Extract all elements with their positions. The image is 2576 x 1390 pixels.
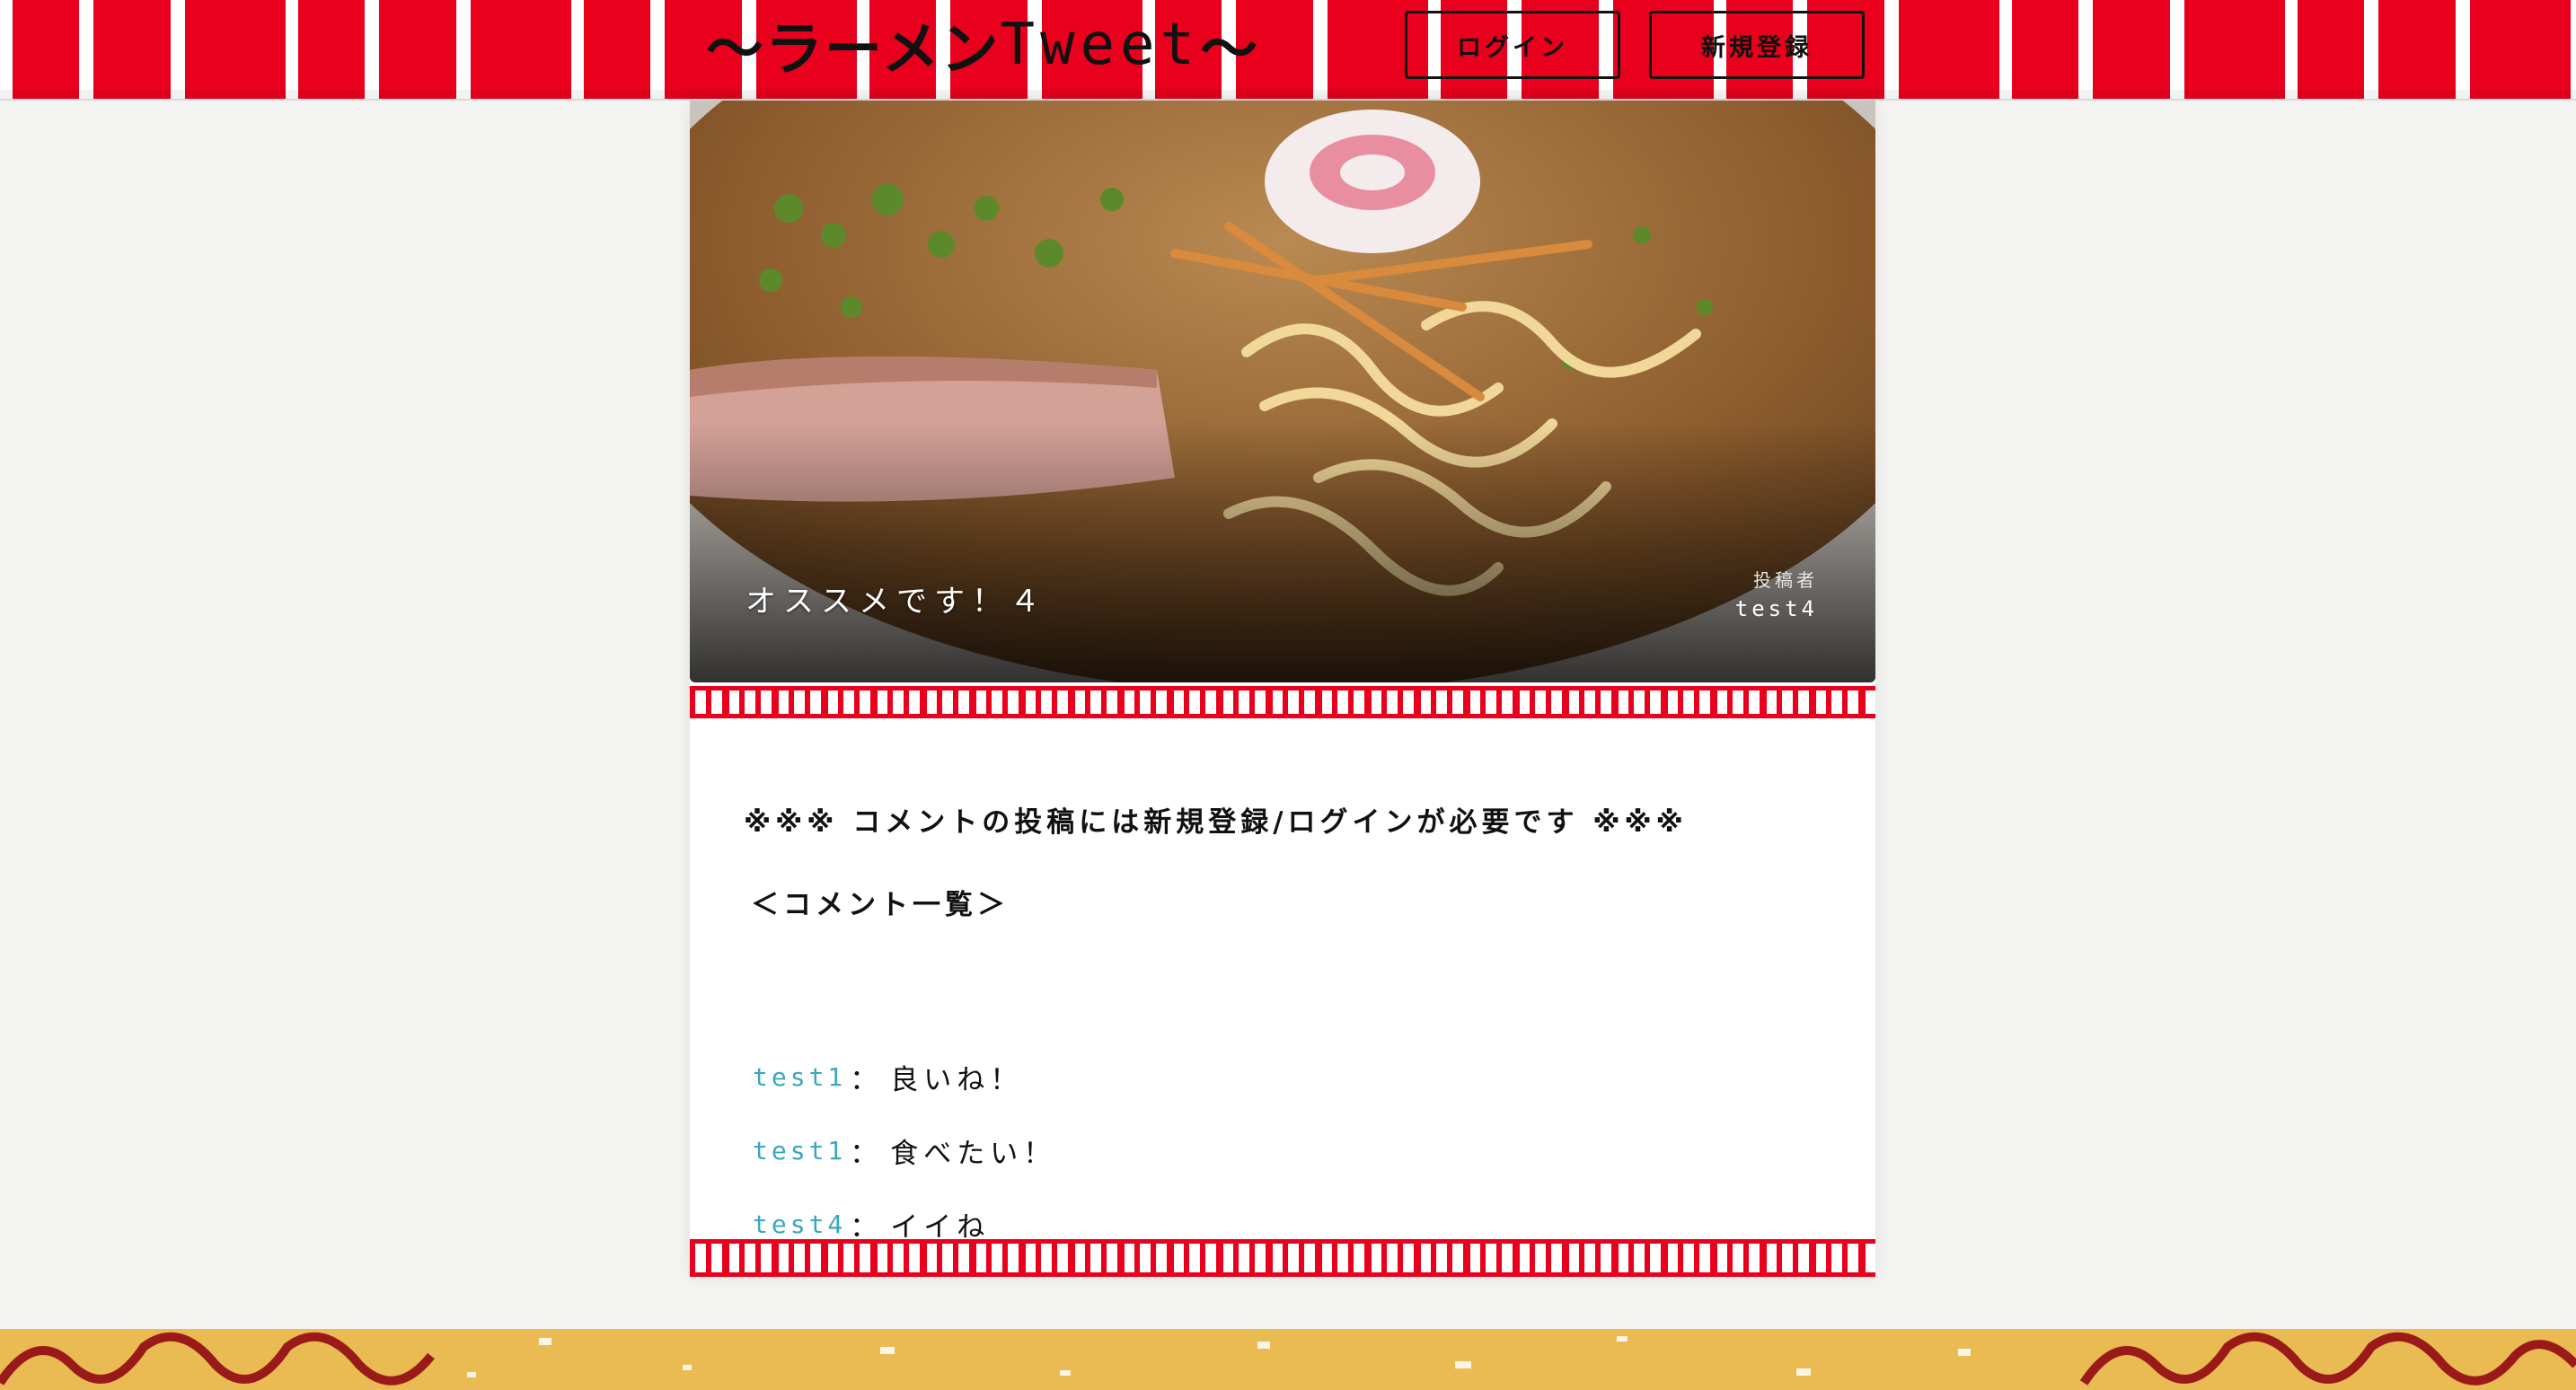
login-required-notice: ※※※ コメントの投稿には新規登録/ログインが必要です ※※※ bbox=[744, 806, 1688, 839]
comment-text: イイね bbox=[890, 1210, 991, 1244]
signup-button[interactable]: 新規登録 bbox=[1649, 11, 1865, 79]
logo-tweet: Tweet bbox=[1000, 12, 1201, 78]
comments-heading: ＜コメント一覧＞ bbox=[751, 889, 1010, 921]
comment-user[interactable]: test1 bbox=[753, 1062, 846, 1092]
comment-separator: ： bbox=[850, 1137, 884, 1170]
login-button[interactable]: ログイン bbox=[1405, 11, 1620, 79]
comment-separator: ： bbox=[850, 1210, 884, 1244]
fret-border-top bbox=[690, 686, 1875, 718]
comment-text: 良いね！ bbox=[890, 1063, 1024, 1096]
comment-item: test1：良いね！ bbox=[753, 1056, 1023, 1097]
comment-user[interactable]: test4 bbox=[753, 1210, 846, 1239]
site-logo[interactable]: 〜ラーメン Tweet 〜 bbox=[706, 4, 1259, 86]
confetti-pattern bbox=[0, 1332, 2576, 1386]
comment-separator: ： bbox=[850, 1063, 884, 1096]
footer-pattern bbox=[0, 1329, 2576, 1390]
comment-text: 食べたい！ bbox=[890, 1137, 1057, 1170]
comment-item: test1：食べたい！ bbox=[753, 1130, 1056, 1171]
post-title: オススメです！４ bbox=[745, 584, 1047, 620]
logo-text: 〜ラーメン bbox=[706, 17, 1001, 84]
fret-border-bottom bbox=[690, 1239, 1875, 1277]
ramen-photo: オススメです！４ 投稿者 test4 bbox=[690, 101, 1875, 682]
author-name[interactable]: test4 bbox=[1735, 596, 1818, 621]
comment-user[interactable]: test1 bbox=[753, 1136, 846, 1166]
author-label: 投稿者 bbox=[1753, 569, 1818, 591]
header-shade bbox=[0, 90, 2576, 99]
post-card: オススメです！４ 投稿者 test4 ※※※ コメントの投稿には新規登録/ログイ… bbox=[690, 101, 1875, 1277]
logo-tail: 〜 bbox=[1200, 17, 1260, 84]
noren-header: 〜ラーメン Tweet 〜 ログイン 新規登録 bbox=[0, 0, 2576, 101]
